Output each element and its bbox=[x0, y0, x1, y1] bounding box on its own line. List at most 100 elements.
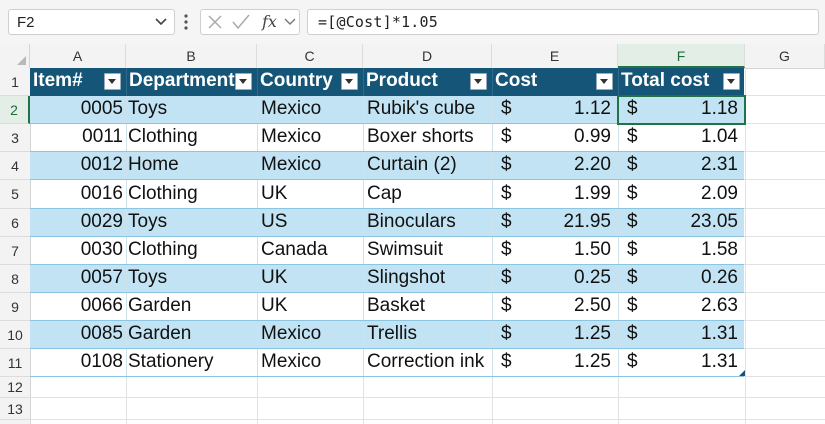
total-cost-cell[interactable]: 2.63 $ bbox=[618, 293, 745, 321]
product-cell[interactable]: Cap bbox=[363, 180, 492, 209]
item-cell[interactable]: 0029 bbox=[30, 209, 126, 237]
row-header-8[interactable]: 8 bbox=[0, 265, 30, 293]
country-cell[interactable]: Mexico bbox=[257, 152, 363, 180]
enter-check-icon[interactable] bbox=[232, 14, 250, 30]
row-header-11[interactable]: 11 bbox=[0, 349, 30, 377]
filter-dropdown-button[interactable] bbox=[341, 73, 358, 90]
cost-cell[interactable]: 1.99 $ bbox=[492, 180, 618, 209]
row-header-7[interactable]: 7 bbox=[0, 237, 30, 265]
column-header-e[interactable]: E bbox=[492, 44, 618, 68]
product-cell[interactable]: Rubik's cube bbox=[363, 96, 492, 124]
table-header-cell[interactable]: Product bbox=[363, 68, 492, 96]
cost-cell[interactable]: 1.25 $ bbox=[492, 349, 618, 377]
insert-function-icon[interactable]: fx bbox=[262, 12, 277, 31]
country-cell[interactable]: Canada bbox=[257, 237, 363, 265]
item-cell[interactable]: 0066 bbox=[30, 293, 126, 321]
product-cell[interactable]: Swimsuit bbox=[363, 237, 492, 265]
item-cell[interactable]: 0085 bbox=[30, 321, 126, 349]
total-cost-cell[interactable]: 23.05 $ bbox=[618, 209, 745, 237]
product-cell[interactable]: Curtain (2) bbox=[363, 152, 492, 180]
department-cell[interactable]: Toys bbox=[126, 209, 257, 237]
filter-dropdown-button[interactable] bbox=[104, 73, 121, 90]
item-cell[interactable]: 0011 bbox=[30, 124, 126, 152]
product-cell[interactable]: Trellis bbox=[363, 321, 492, 349]
total-cost-cell[interactable]: 1.58 $ bbox=[618, 237, 745, 265]
cost-cell[interactable]: 1.12 $ bbox=[492, 96, 618, 124]
column-header-b[interactable]: B bbox=[126, 44, 257, 68]
country-cell[interactable]: Mexico bbox=[257, 321, 363, 349]
cost-cell[interactable]: 0.25 $ bbox=[492, 265, 618, 293]
department-cell[interactable]: Garden bbox=[126, 293, 257, 321]
item-cell[interactable]: 0108 bbox=[30, 349, 126, 377]
item-cell[interactable]: 0005 bbox=[30, 96, 126, 124]
department-cell[interactable]: Clothing bbox=[126, 237, 257, 265]
department-cell[interactable]: Clothing bbox=[126, 180, 257, 209]
product-cell[interactable]: Correction ink bbox=[363, 349, 492, 377]
product-cell[interactable]: Binoculars bbox=[363, 209, 492, 237]
table-header-cell[interactable]: Department bbox=[126, 68, 257, 96]
cost-cell[interactable]: 2.50 $ bbox=[492, 293, 618, 321]
cost-cell[interactable]: 0.99 $ bbox=[492, 124, 618, 152]
row-header-4[interactable]: 4 bbox=[0, 152, 30, 180]
chevron-down-icon[interactable] bbox=[284, 14, 296, 30]
total-cost-cell[interactable]: 1.04 $ bbox=[618, 124, 745, 152]
total-cost-cell[interactable]: 2.09 $ bbox=[618, 180, 745, 209]
cost-cell[interactable]: 2.20 $ bbox=[492, 152, 618, 180]
department-cell[interactable]: Home bbox=[126, 152, 257, 180]
total-cost-cell[interactable]: 2.31 $ bbox=[618, 152, 745, 180]
department-cell[interactable]: Toys bbox=[126, 265, 257, 293]
country-cell[interactable]: UK bbox=[257, 180, 363, 209]
country-cell[interactable]: UK bbox=[257, 293, 363, 321]
column-header-d[interactable]: D bbox=[363, 44, 492, 68]
cell-area[interactable]: Item# Department Country Product Cost Total c… bbox=[30, 68, 825, 424]
country-cell[interactable]: US bbox=[257, 209, 363, 237]
row-header-6[interactable]: 6 bbox=[0, 209, 30, 237]
select-all-button[interactable] bbox=[0, 44, 30, 68]
department-cell[interactable]: Garden bbox=[126, 321, 257, 349]
column-header-c[interactable]: C bbox=[257, 44, 363, 68]
product-cell[interactable]: Slingshot bbox=[363, 265, 492, 293]
row-header-3[interactable]: 3 bbox=[0, 124, 30, 152]
country-cell[interactable]: Mexico bbox=[257, 349, 363, 377]
country-cell[interactable]: Mexico bbox=[257, 124, 363, 152]
row-header-5[interactable]: 5 bbox=[0, 180, 30, 209]
row-header-1[interactable]: 1 bbox=[0, 68, 30, 96]
cost-cell[interactable]: 1.25 $ bbox=[492, 321, 618, 349]
row-header-12[interactable]: 12 bbox=[0, 377, 30, 398]
row-header-2[interactable]: 2 bbox=[0, 96, 30, 124]
total-cost-cell[interactable]: 1.31 $ bbox=[618, 349, 745, 377]
cost-cell[interactable]: 1.50 $ bbox=[492, 237, 618, 265]
row-header-9[interactable]: 9 bbox=[0, 293, 30, 321]
filter-dropdown-button[interactable] bbox=[723, 73, 740, 90]
more-options-icon[interactable] bbox=[181, 12, 191, 32]
table-header-cell[interactable]: Total cost bbox=[618, 68, 745, 96]
item-cell[interactable]: 0057 bbox=[30, 265, 126, 293]
cancel-icon[interactable] bbox=[208, 15, 222, 29]
department-cell[interactable]: Stationery bbox=[126, 349, 257, 377]
formula-input[interactable]: =[@Cost]*1.05 bbox=[307, 9, 819, 35]
country-cell[interactable]: UK bbox=[257, 265, 363, 293]
filter-dropdown-button[interactable] bbox=[596, 73, 613, 90]
department-cell[interactable]: Clothing bbox=[126, 124, 257, 152]
table-header-cell[interactable]: Country bbox=[257, 68, 363, 96]
chevron-down-icon[interactable] bbox=[154, 13, 168, 31]
item-cell[interactable]: 0030 bbox=[30, 237, 126, 265]
name-box[interactable]: F2 bbox=[8, 9, 175, 35]
product-cell[interactable]: Boxer shorts bbox=[363, 124, 492, 152]
row-header-10[interactable]: 10 bbox=[0, 321, 30, 349]
filter-dropdown-button[interactable] bbox=[235, 73, 252, 90]
column-header-a[interactable]: A bbox=[30, 44, 126, 68]
filter-dropdown-button[interactable] bbox=[470, 73, 487, 90]
product-cell[interactable]: Basket bbox=[363, 293, 492, 321]
total-cost-cell[interactable]: 0.26 $ bbox=[618, 265, 745, 293]
item-cell[interactable]: 0012 bbox=[30, 152, 126, 180]
column-header-f[interactable]: F bbox=[618, 44, 745, 68]
column-header-g[interactable]: G bbox=[745, 44, 825, 68]
table-header-cell[interactable]: Item# bbox=[30, 68, 126, 96]
table-header-cell[interactable]: Cost bbox=[492, 68, 618, 96]
country-cell[interactable]: Mexico bbox=[257, 96, 363, 124]
spreadsheet-grid[interactable]: ABCDEFG 1 2 3 4 5 6 7 8 9 10 11 12 13 Item# Departmen… bbox=[0, 44, 825, 424]
total-cost-cell[interactable]: 1.31 $ bbox=[618, 321, 745, 349]
total-cost-cell[interactable]: 1.18 $ bbox=[618, 96, 745, 124]
department-cell[interactable]: Toys bbox=[126, 96, 257, 124]
